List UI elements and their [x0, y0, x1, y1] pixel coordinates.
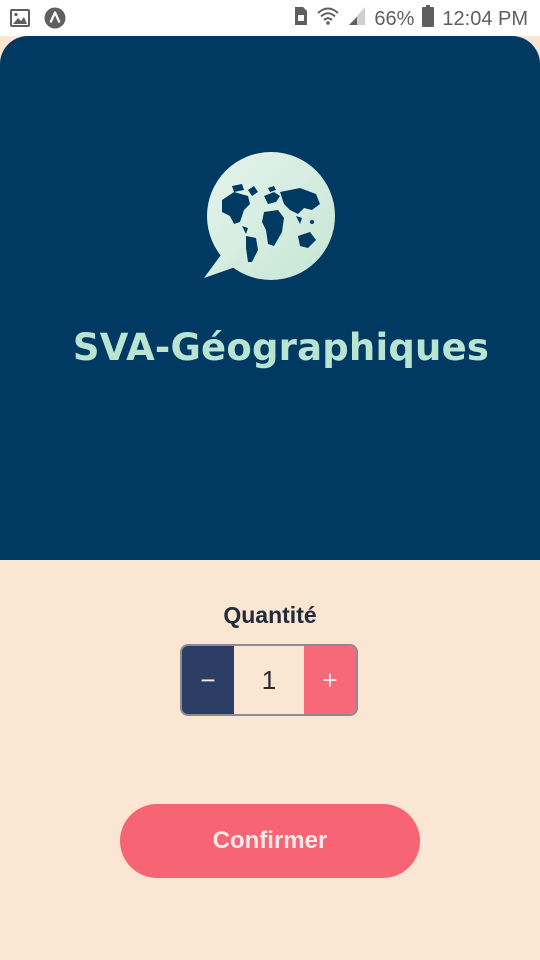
clock: 12:04 PM [442, 7, 528, 30]
image-icon [10, 9, 30, 32]
confirm-button[interactable]: Confirmer [120, 804, 420, 878]
increment-button[interactable]: + [304, 646, 356, 714]
sim-icon [294, 6, 308, 31]
world-map-chat-icon [204, 152, 338, 280]
battery-icon [422, 5, 435, 32]
decrement-button[interactable]: − [182, 646, 234, 714]
quantity-stepper: − 1 + [180, 644, 358, 716]
signal-icon [348, 6, 366, 31]
quantity-label: Quantité [223, 602, 317, 628]
hero-banner: SVA-Géographiques [0, 36, 540, 560]
battery-percent: 66% [374, 7, 415, 30]
wifi-icon [316, 6, 340, 31]
status-bar: 66% 12:04 PM [0, 0, 540, 36]
brand-name: SVA-Géographiques [72, 326, 490, 369]
app-icon [44, 7, 66, 34]
quantity-value[interactable]: 1 [234, 646, 304, 714]
